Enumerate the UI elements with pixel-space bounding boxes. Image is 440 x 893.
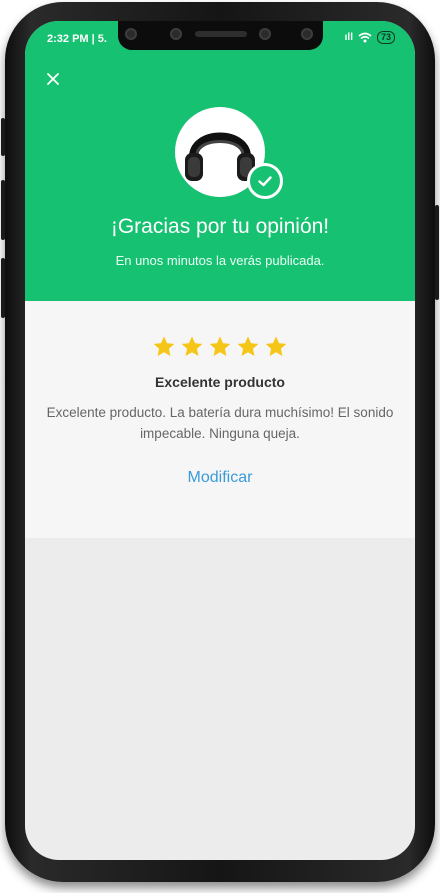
product-image — [175, 107, 283, 199]
review-card: Excelente producto Excelente producto. L… — [25, 301, 415, 538]
check-icon — [258, 176, 272, 187]
star-icon — [181, 336, 203, 356]
status-icons: ıll 73 — [345, 31, 395, 44]
camera-icon — [259, 28, 271, 40]
camera-icon — [301, 28, 313, 40]
phone-mockup: 2:32 PM | 5. ıll 73 ¡Gracias por tu opin… — [0, 0, 440, 893]
wifi-icon — [358, 32, 372, 43]
camera-notch — [118, 21, 323, 50]
speaker-grille — [195, 31, 247, 37]
review-title: Excelente producto — [155, 374, 285, 390]
close-icon[interactable] — [45, 71, 61, 87]
star-icon — [153, 336, 175, 356]
volume-button — [1, 118, 5, 156]
signal-icon: ıll — [344, 32, 353, 43]
battery-indicator: 73 — [376, 31, 395, 44]
star-rating — [25, 335, 415, 359]
check-badge — [247, 163, 283, 199]
star-icon — [237, 336, 259, 356]
star-icon — [209, 336, 231, 356]
camera-icon — [170, 28, 182, 40]
screen: 2:32 PM | 5. ıll 73 ¡Gracias por tu opin… — [25, 21, 415, 860]
star-icon — [265, 336, 287, 356]
confirmation-title: ¡Gracias por tu opinión! — [110, 215, 330, 238]
side-button — [435, 205, 439, 300]
volume-down-button — [1, 180, 5, 240]
camera-icon — [125, 28, 137, 40]
edit-review-link[interactable]: Modificar — [25, 469, 415, 487]
review-body: Excelente producto. La batería dura much… — [46, 405, 394, 441]
confirmation-subtitle: En unos minutos la verás publicada. — [115, 253, 325, 268]
power-button — [1, 258, 5, 318]
status-time: 2:32 PM | 5. — [47, 33, 107, 45]
confirmation-header: 2:32 PM | 5. ıll 73 ¡Gracias por tu opin… — [25, 21, 415, 301]
